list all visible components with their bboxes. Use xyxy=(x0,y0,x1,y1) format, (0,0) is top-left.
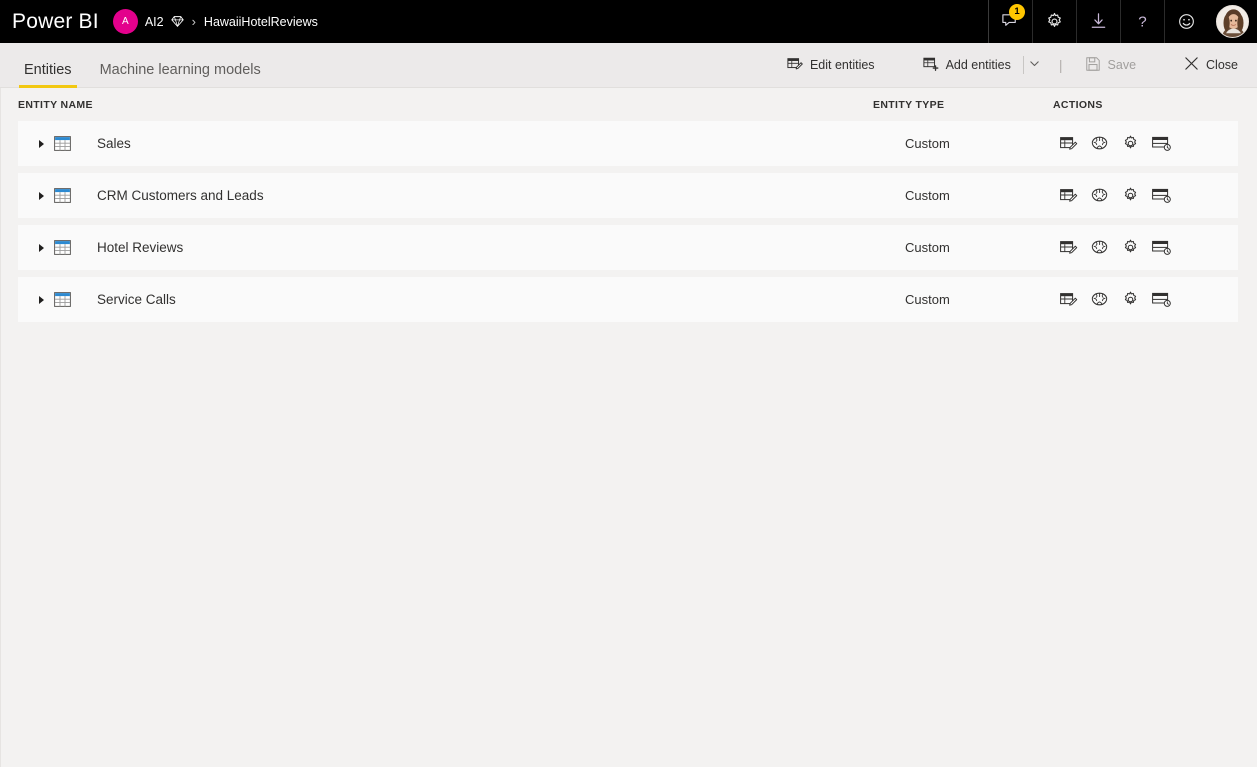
entities-list: Sales Custom CRM Customers and Leads Cus… xyxy=(1,121,1257,322)
caret-right-icon xyxy=(38,243,44,252)
caret-right-icon xyxy=(38,191,44,200)
table-pencil-icon xyxy=(787,56,803,75)
toolbar-divider: | xyxy=(1058,57,1063,73)
column-header-actions: ACTIONS xyxy=(1053,98,1103,111)
incremental-refresh-action[interactable] xyxy=(1152,186,1171,205)
column-header-entity-name: ENTITY NAME xyxy=(18,98,93,111)
download-button[interactable] xyxy=(1076,0,1120,43)
entity-name-label: Sales xyxy=(97,136,131,151)
tab-strip: Entities Machine learning models xyxy=(0,43,284,88)
add-entities-button[interactable]: Add entities xyxy=(914,51,1020,80)
ai-insights-action[interactable] xyxy=(1090,186,1109,205)
power-bi-dataflow-editor: Power BI A AI2 › HawaiiHotelReviews 1 ? … xyxy=(0,0,1257,767)
edit-entity-action[interactable] xyxy=(1059,134,1078,153)
caret-right-icon xyxy=(38,295,44,304)
breadcrumb: A AI2 › HawaiiHotelReviews xyxy=(112,9,318,34)
entity-settings-action[interactable] xyxy=(1121,186,1140,205)
avatar xyxy=(1216,5,1249,38)
entity-actions-cell xyxy=(1053,238,1238,257)
entity-actions-cell xyxy=(1053,290,1238,309)
entity-type-cell: Custom xyxy=(905,240,950,255)
table-row[interactable]: Hotel Reviews Custom xyxy=(18,225,1238,270)
entity-name-label: Service Calls xyxy=(97,292,176,307)
save-disk-icon xyxy=(1085,56,1101,75)
incremental-refresh-action[interactable] xyxy=(1152,134,1171,153)
incremental-refresh-action[interactable] xyxy=(1152,290,1171,309)
save-label: Save xyxy=(1107,58,1137,72)
table-column-headers: ENTITY NAME ENTITY TYPE ACTIONS xyxy=(1,88,1257,121)
global-header: Power BI A AI2 › HawaiiHotelReviews 1 ? xyxy=(0,0,1257,43)
svg-text:?: ? xyxy=(1138,13,1146,30)
expand-row-button[interactable] xyxy=(32,295,50,304)
settings-button[interactable] xyxy=(1032,0,1076,43)
entity-type-cell: Custom xyxy=(905,136,950,151)
table-row[interactable]: Sales Custom xyxy=(18,121,1238,166)
table-plus-icon xyxy=(922,56,939,75)
notification-badge: 1 xyxy=(1009,4,1025,20)
edit-entities-label: Edit entities xyxy=(809,58,875,72)
diamond-icon xyxy=(170,15,184,28)
global-header-actions: 1 ? xyxy=(988,0,1257,43)
feedback-button[interactable] xyxy=(1164,0,1208,43)
close-label: Close xyxy=(1206,58,1238,72)
save-button[interactable]: Save xyxy=(1076,51,1146,80)
column-header-entity-type: ENTITY TYPE xyxy=(873,98,945,111)
entity-name-label: Hotel Reviews xyxy=(97,240,184,255)
edit-entity-action[interactable] xyxy=(1059,238,1078,257)
entity-name-cell: CRM Customers and Leads xyxy=(18,188,873,203)
entity-actions-cell xyxy=(1053,186,1238,205)
help-button[interactable]: ? xyxy=(1120,0,1164,43)
entity-name-cell: Sales xyxy=(18,136,873,151)
table-icon xyxy=(54,240,71,255)
entity-name-cell: Service Calls xyxy=(18,292,873,307)
entity-type-cell: Custom xyxy=(905,188,950,203)
add-entities-dropdown[interactable] xyxy=(1022,56,1045,74)
breadcrumb-dataflow[interactable]: HawaiiHotelReviews xyxy=(204,15,318,29)
add-entities-label: Add entities xyxy=(945,58,1011,72)
close-button[interactable]: Close xyxy=(1175,51,1247,79)
ai-insights-action[interactable] xyxy=(1090,134,1109,153)
tab-machine-learning-models-label: Machine learning models xyxy=(99,62,261,78)
chevron-down-icon xyxy=(1029,56,1040,74)
edit-entity-action[interactable] xyxy=(1059,290,1078,309)
breadcrumb-separator: › xyxy=(191,14,196,29)
entity-actions-cell xyxy=(1053,134,1238,153)
expand-row-button[interactable] xyxy=(32,191,50,200)
table-row[interactable]: CRM Customers and Leads Custom xyxy=(18,173,1238,218)
power-bi-logo[interactable]: Power BI xyxy=(0,10,107,34)
tab-entities[interactable]: Entities xyxy=(19,62,77,88)
table-icon xyxy=(54,292,71,307)
table-icon xyxy=(54,136,71,151)
breadcrumb-workspace[interactable]: AI2 xyxy=(145,15,164,29)
ai-insights-action[interactable] xyxy=(1090,238,1109,257)
tab-entities-label: Entities xyxy=(24,62,72,78)
expand-row-button[interactable] xyxy=(32,139,50,148)
incremental-refresh-action[interactable] xyxy=(1152,238,1171,257)
entity-name-cell: Hotel Reviews xyxy=(18,240,873,255)
entity-type-cell: Custom xyxy=(905,292,950,307)
tab-machine-learning-models[interactable]: Machine learning models xyxy=(95,62,266,88)
edit-entity-action[interactable] xyxy=(1059,186,1078,205)
caret-right-icon xyxy=(38,139,44,148)
notifications-button[interactable]: 1 xyxy=(988,0,1032,43)
entity-settings-action[interactable] xyxy=(1121,290,1140,309)
table-icon xyxy=(54,188,71,203)
edit-entities-button[interactable]: Edit entities xyxy=(778,51,884,80)
ai-insights-action[interactable] xyxy=(1090,290,1109,309)
entity-settings-action[interactable] xyxy=(1121,134,1140,153)
workspace-avatar[interactable]: A xyxy=(112,9,138,34)
profile-avatar[interactable] xyxy=(1208,0,1257,43)
table-row[interactable]: Service Calls Custom xyxy=(18,277,1238,322)
entities-pane: ENTITY NAME ENTITY TYPE ACTIONS Sales Cu… xyxy=(0,88,1257,767)
entity-settings-action[interactable] xyxy=(1121,238,1140,257)
command-bar: Entities Machine learning models Edit en… xyxy=(0,43,1257,88)
entity-name-label: CRM Customers and Leads xyxy=(97,188,264,203)
close-icon xyxy=(1184,56,1199,74)
expand-row-button[interactable] xyxy=(32,243,50,252)
